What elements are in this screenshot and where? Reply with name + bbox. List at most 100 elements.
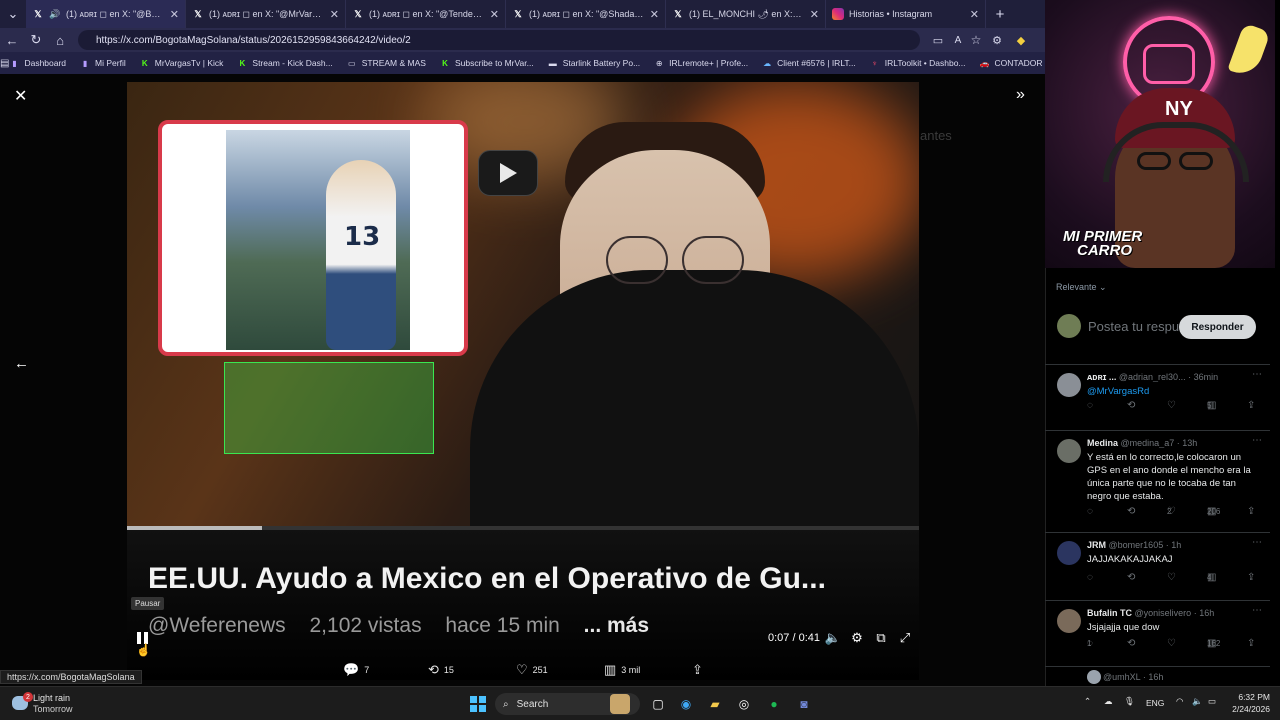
wifi-icon[interactable]: ◠ (1176, 696, 1183, 707)
back-arrow-icon[interactable]: ← (0, 28, 24, 52)
reload-icon[interactable]: ↻ (24, 28, 48, 52)
bookmark-subscribe[interactable]: K Subscribe to MrVar... (440, 58, 534, 68)
jersey-number: 13 (344, 222, 381, 252)
tab-mrvargasrd[interactable]: 𝕏 (1) ᴀᴅʀɪ ◻ en X: "@MrVargasRd" / X ✕ (186, 0, 346, 28)
weather-widget[interactable]: 2 Light rain Tomorrow (12, 692, 102, 716)
tweet-author[interactable]: JRM (1087, 540, 1106, 550)
bookmarks-list-icon[interactable]: ▤ (0, 58, 9, 69)
share-action[interactable]: ⇪ (692, 662, 708, 678)
heart-icon: ♡ (516, 662, 528, 677)
tab-tendenciasmx[interactable]: 𝕏 (1) ᴀᴅʀɪ ◻ en X: "@TendenciasMX ✕ (346, 0, 506, 28)
tab-close-icon[interactable]: ✕ (810, 8, 819, 21)
more-dots-icon[interactable]: ⋯ (1252, 537, 1262, 548)
bookmark-label: CONTADOR (994, 58, 1043, 68)
language-indicator[interactable]: ENG (1146, 698, 1164, 708)
edge-browser-icon[interactable]: ◉ (676, 694, 696, 714)
tweet-handle[interactable]: @bomer1605 (1109, 540, 1164, 550)
spotify-icon[interactable]: ● (764, 694, 784, 714)
more-dots-icon[interactable]: ⋯ (1252, 435, 1262, 446)
tab-close-icon[interactable]: ✕ (490, 8, 499, 21)
bookmark-client[interactable]: ☁ Client #6576 | IRLT... (762, 58, 856, 68)
reply-tweet[interactable]: @umhXL · 16h (1045, 666, 1270, 686)
tab-close-icon[interactable]: ✕ (170, 8, 179, 21)
reply-tweet[interactable]: Bufalin TC @yoniselivero · 16h ⋯ Jsjajaj… (1045, 600, 1270, 664)
tweet-handle[interactable]: @adrian_rel30... (1119, 372, 1186, 382)
reply-tweet[interactable]: ᴀᴅʀɪ ... @adrian_rel30... · 36min ⋯ @MrV… (1045, 364, 1270, 426)
tweet-text: Y está en lo correcto,le colocaron un GP… (1087, 452, 1251, 502)
tab-close-icon[interactable]: ✕ (970, 8, 979, 21)
windows-start-icon[interactable] (470, 696, 486, 712)
repost-icon: ⟲ (1127, 571, 1136, 583)
url-text[interactable]: https://x.com/BogotaMagSolana/status/202… (96, 35, 411, 46)
bookmark-stream-mas[interactable]: ▭ STREAM & MAS (347, 58, 426, 68)
tab-elmonchi[interactable]: 𝕏 (1) EL_MONCHI 🌶 en X: "@LUAR ✕ (666, 0, 826, 28)
onedrive-icon[interactable]: ☁ (1104, 696, 1113, 707)
url-bar[interactable]: https://x.com/BogotaMagSolana/status/202… (78, 30, 920, 50)
tweet-author[interactable]: Bufalin TC (1087, 608, 1132, 618)
search-icon: ⌕ (503, 698, 509, 710)
chevron-up-icon[interactable]: ⌃ (1084, 696, 1091, 707)
share-icon: ⇪ (1247, 505, 1256, 517)
bookmark-contador[interactable]: 🚗 CONTADOR (980, 58, 1043, 68)
settings-gear-icon[interactable]: ⚙ (849, 630, 865, 646)
expand-chevrons-icon[interactable]: » (1016, 86, 1025, 104)
tab-shadaya[interactable]: 𝕏 (1) ᴀᴅʀɪ ◻ en X: "@Shadaya_Knight ✕ (506, 0, 666, 28)
tab-label: (1) EL_MONCHI 🌶 en X: "@LUAR (689, 8, 804, 19)
bookmark-starlink[interactable]: ▬ Starlink Battery Po... (548, 58, 640, 68)
new-tab-button[interactable]: + (986, 2, 1014, 26)
previous-arrow-icon[interactable]: ← (14, 355, 29, 372)
clock-date[interactable]: 2/24/2026 (1218, 704, 1270, 714)
file-explorer-icon[interactable]: ▰ (705, 694, 725, 714)
discord-icon[interactable]: ◙ (794, 694, 814, 714)
reply-button[interactable]: Responder (1179, 315, 1256, 339)
battery-icon[interactable]: ▭ (1208, 696, 1216, 707)
avatar (1057, 609, 1081, 633)
picture-in-picture-icon[interactable]: ⧉ (873, 630, 889, 646)
tab-list-chevron-icon[interactable]: ⌄ (0, 2, 26, 26)
news-widget-icon[interactable] (610, 694, 630, 714)
more-dots-icon[interactable]: ⋯ (1252, 369, 1262, 380)
bookmark-kick[interactable]: K MrVargasTv | Kick (140, 58, 224, 68)
bookmark-mi-perfil[interactable]: ▮ Mi Perfil (80, 58, 126, 68)
bookmark-irlremote[interactable]: ⊕ IRLremote+ | Profe... (654, 58, 748, 68)
fullscreen-icon[interactable]: ⤢ (897, 630, 913, 646)
task-view-icon[interactable]: ▢ (648, 694, 668, 714)
bookmark-stream-kick[interactable]: K Stream - Kick Dash... (237, 58, 333, 68)
clock-time[interactable]: 6:32 PM (1224, 692, 1270, 702)
tweet-author[interactable]: Medina (1087, 438, 1118, 448)
extensions-icon[interactable]: ⚙ (985, 28, 1009, 52)
tab-close-icon[interactable]: ✕ (330, 8, 339, 21)
like-action[interactable]: ♡ 251 (516, 662, 548, 678)
sort-dropdown[interactable]: Relevante ⌄ (1056, 282, 1107, 293)
browser-tab-bar: ⌄ 𝕏 🔊 (1) ᴀᴅʀɪ ◻ en X: "@BogotaMa ✕ 𝕏 (1… (0, 0, 1045, 28)
tweet-author[interactable]: ᴀᴅʀɪ ... (1087, 372, 1116, 382)
mouse-cursor-icon: ☝ (136, 643, 151, 657)
caption-more-link[interactable]: ... más (584, 614, 649, 637)
tweet-handle[interactable]: @umhXL (1103, 672, 1140, 682)
tweet-handle[interactable]: @medina_a7 (1121, 438, 1175, 448)
bookmark-dashboard[interactable]: ▮ Dashboard (9, 58, 66, 68)
tab-instagram[interactable]: Historias • Instagram ✕ (826, 0, 986, 28)
tab-close-icon[interactable]: ✕ (650, 8, 659, 21)
reply-action[interactable]: 💬 7 (343, 662, 369, 678)
reply-tweet[interactable]: Medina @medina_a7 · 13h ⋯ Y está en lo c… (1045, 430, 1270, 532)
extension-diamond-icon[interactable]: ◆ (1009, 28, 1033, 52)
volume-icon[interactable]: 🔈 (825, 630, 841, 646)
repost-action[interactable]: ⟲ 15 (428, 662, 454, 678)
views-action[interactable]: ▥ 3 mil (604, 662, 640, 678)
reply-tweet[interactable]: JRM @bomer1605 · 1h ⋯ JAJJAKAKAJJAKAJ ◌ … (1045, 532, 1270, 596)
tweet-header: Bufalin TC @yoniselivero · 16h (1087, 608, 1265, 618)
microphone-icon[interactable]: 🎙 (1124, 696, 1135, 707)
bookmark-irltoolkit[interactable]: ♆ IRLToolkit • Dashbo... (870, 58, 966, 68)
bookmark-label: Mi Perfil (95, 58, 126, 68)
tweet-text[interactable]: @MrVargasRd (1087, 385, 1262, 398)
obs-icon[interactable]: ◎ (734, 694, 754, 714)
home-icon[interactable]: ⌂ (48, 28, 72, 52)
close-icon[interactable]: ✕ (14, 86, 27, 106)
volume-icon[interactable]: 🔈 (1192, 696, 1203, 707)
more-dots-icon[interactable]: ⋯ (1252, 605, 1262, 616)
tab-label: (1) ᴀᴅʀɪ ◻ en X: "@TendenciasMX (369, 8, 484, 19)
tweet-handle[interactable]: @yoniselivero (1135, 608, 1192, 618)
speaker-icon[interactable]: 🔊 (49, 8, 61, 20)
tab-bogotamag[interactable]: 𝕏 🔊 (1) ᴀᴅʀɪ ◻ en X: "@BogotaMa ✕ (26, 0, 186, 28)
